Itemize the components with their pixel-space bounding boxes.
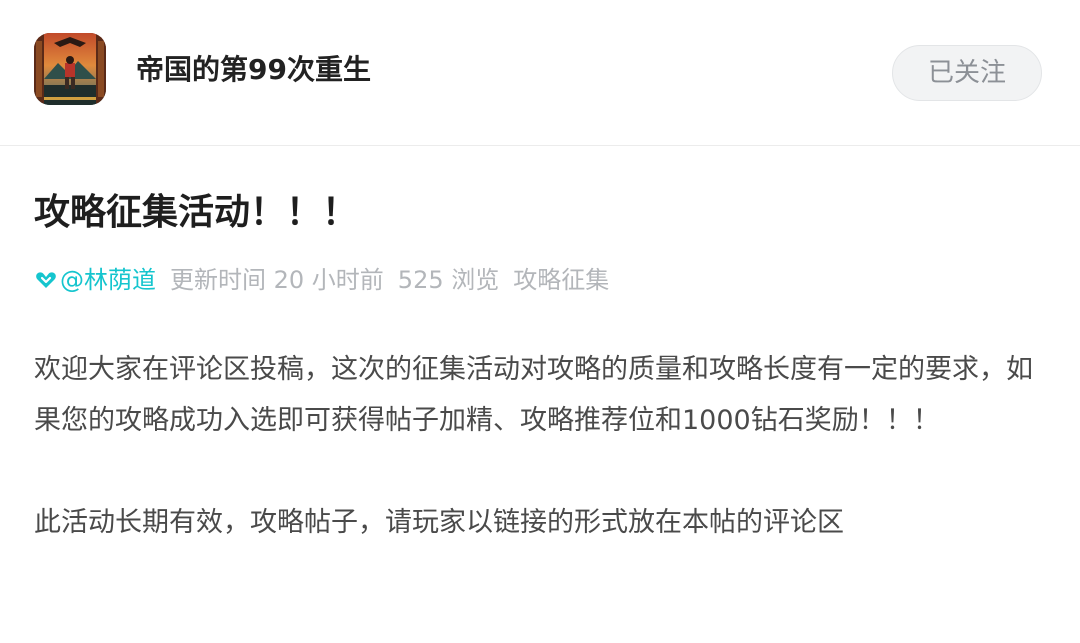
post-paragraph: 此活动长期有效，攻略帖子，请玩家以链接的形式放在本帖的评论区: [34, 507, 844, 538]
updated-time: 更新时间 20 小时前: [170, 266, 384, 294]
post-title: 攻略征集活动！！！: [34, 192, 359, 233]
game-title[interactable]: 帝国的第99次重生: [136, 52, 371, 88]
game-header: 帝国的第99次重生 已关注: [0, 0, 1080, 146]
post-paragraph: 欢迎大家在评论区投稿，这次的征集活动对攻略的质量和攻略长度有一定的要求，如果您的…: [34, 354, 1033, 436]
game-artwork-icon: [34, 33, 106, 105]
post-body: 欢迎大家在评论区投稿，这次的征集活动对攻略的质量和攻略长度有一定的要求，如果您的…: [34, 344, 1034, 548]
follow-button[interactable]: 已关注: [892, 45, 1042, 101]
category-tag[interactable]: 攻略征集: [513, 262, 609, 298]
game-app-icon[interactable]: [34, 33, 106, 105]
author-link[interactable]: @林荫道: [60, 262, 156, 298]
view-count: 525 浏览: [397, 266, 500, 294]
post-meta: @林荫道 更新时间 20 小时前 525 浏览 攻略征集: [34, 262, 609, 298]
verified-heart-icon: [36, 272, 56, 288]
